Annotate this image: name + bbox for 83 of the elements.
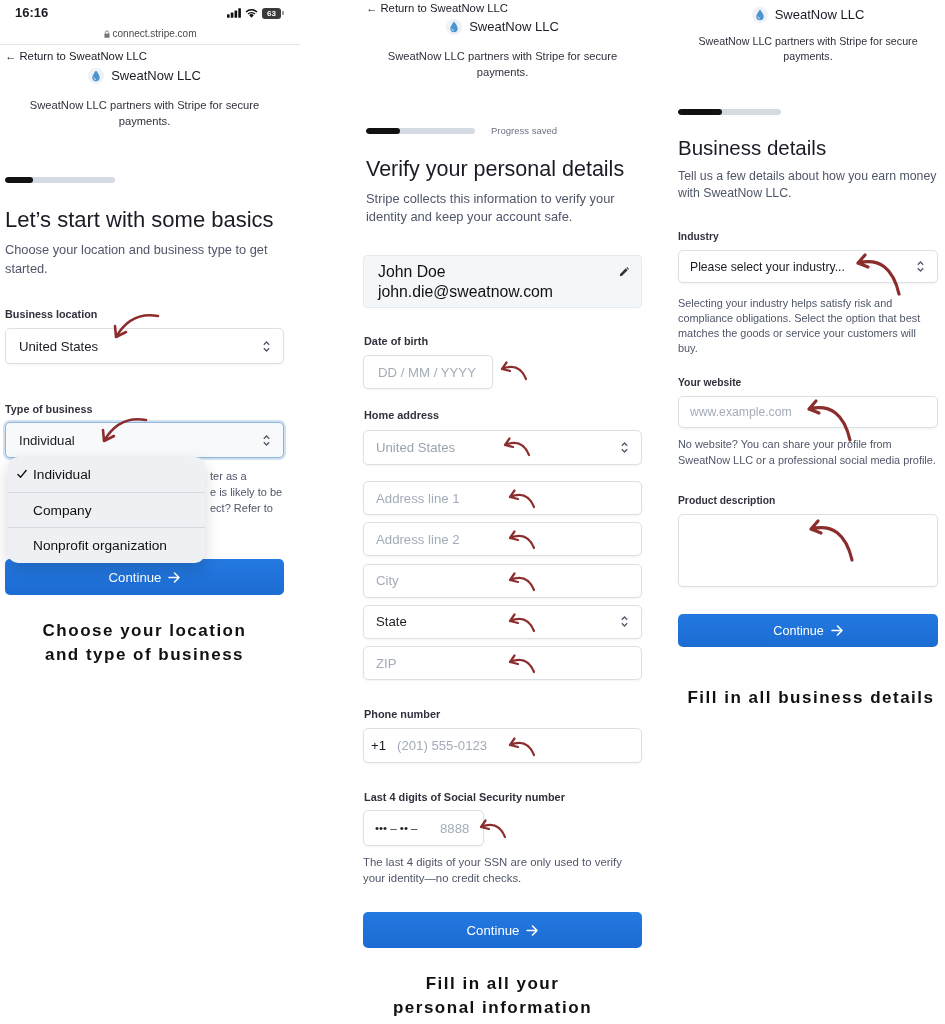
chevron-updown-icon bbox=[620, 615, 629, 629]
pencil-icon[interactable] bbox=[619, 267, 629, 277]
field-label: Phone number bbox=[363, 707, 442, 721]
progress-note: Progress saved bbox=[491, 125, 557, 137]
input-field[interactable]: Address line 1 bbox=[363, 481, 642, 515]
input-field[interactable]: City bbox=[363, 563, 642, 598]
partner-note: SweatNow LLC partners with Stripe for secure payments. bbox=[386, 49, 619, 80]
helper-text: e is likely to be bbox=[210, 485, 283, 500]
menu-item[interactable]: Individual bbox=[8, 457, 205, 492]
caption-text: Fill in all business details bbox=[686, 687, 936, 709]
helper-text: The last 4 digits of your SSN are only used to verify your identity—no credit checks. bbox=[363, 855, 623, 886]
battery-indicator: 63 bbox=[262, 7, 284, 19]
field-label: Industry bbox=[678, 230, 720, 244]
check-icon bbox=[17, 469, 27, 480]
curved-arrow-icon bbox=[478, 819, 508, 839]
field-label: Type of business bbox=[5, 402, 94, 416]
chevron-updown-icon bbox=[262, 339, 271, 353]
url-text: connect.stripe.com bbox=[112, 28, 197, 40]
partner-note: SweatNow LLC partners with Stripe for secure payments. bbox=[697, 34, 919, 64]
curved-arrow-icon bbox=[507, 612, 537, 633]
field-label: Home address bbox=[363, 408, 441, 422]
water-drop-icon bbox=[751, 7, 768, 23]
country-code-text: +1 bbox=[371, 737, 387, 755]
curved-arrow-icon bbox=[507, 571, 537, 592]
helper-text: ect? Refer to bbox=[210, 501, 273, 516]
chevron-updown-icon bbox=[262, 433, 271, 447]
input-field[interactable]: ZIP bbox=[363, 646, 642, 680]
water-drop-icon bbox=[446, 19, 463, 35]
arrow-right-icon bbox=[526, 924, 539, 936]
helper-text: ter as a bbox=[210, 469, 247, 484]
textarea-field[interactable] bbox=[678, 514, 938, 587]
back-link[interactable]: ← Return to SweatNow LLC bbox=[363, 1, 508, 15]
page-subtitle: Tell us a few details about how you earn money with SweatNow LLC. bbox=[678, 168, 938, 202]
ssn-mask-text: ••• – •• – bbox=[375, 821, 418, 836]
page-heading: Verify your personal details bbox=[365, 156, 626, 183]
continue-button[interactable]: Continue bbox=[678, 614, 938, 647]
field-label: Date of birth bbox=[363, 334, 430, 348]
curved-arrow-icon bbox=[507, 530, 537, 551]
brand-name: SweatNow LLC bbox=[469, 18, 559, 36]
continue-button[interactable]: Continue bbox=[5, 559, 284, 595]
arrow-right-icon bbox=[168, 571, 181, 583]
helper-text: No website? You can share your profile from SweatNow LLC or a professional social media profile. bbox=[678, 437, 937, 468]
back-link[interactable]: ← Return to SweatNow LLC bbox=[5, 49, 147, 63]
chevron-updown-icon bbox=[620, 441, 629, 454]
continue-button[interactable]: Continue bbox=[363, 912, 642, 948]
dropdown-field[interactable]: Please select your industry... bbox=[678, 250, 938, 283]
caption-text: Fill in all your personal information bbox=[391, 973, 594, 1019]
field-label: Business location bbox=[5, 307, 99, 321]
partner-note: SweatNow LLC partners with Stripe for secure payments. bbox=[28, 98, 261, 129]
page-subtitle: Choose your location and business type to get started. bbox=[5, 241, 269, 278]
lock-icon bbox=[103, 30, 110, 38]
wifi-icon bbox=[245, 8, 258, 18]
helper-text: Selecting your industry helps satisfy risk and compliance obligations. Select the option that best matches the goods or service your customers will buy. bbox=[678, 296, 922, 356]
field-label: Your website bbox=[678, 376, 743, 390]
brand-name: SweatNow LLC bbox=[774, 6, 865, 24]
page-heading: Let’s start with some basics bbox=[5, 206, 275, 234]
date-field[interactable]: DD / MM / YYYY bbox=[363, 355, 493, 389]
page-subtitle: Stripe collects this information to verify your identity and keep your account safe. bbox=[365, 190, 616, 226]
signal-icon bbox=[227, 8, 241, 18]
name-text: John Doe bbox=[378, 262, 447, 282]
email-text: john.die@sweatnow.com bbox=[378, 282, 553, 302]
dropdown-field[interactable]: State bbox=[363, 604, 642, 639]
curved-arrow-icon bbox=[507, 654, 537, 674]
curved-arrow-icon bbox=[507, 737, 537, 757]
dropdown-field[interactable]: Individual bbox=[5, 422, 284, 458]
arrow-right-icon bbox=[830, 625, 843, 636]
curved-arrow-icon bbox=[502, 437, 532, 457]
input-field[interactable]: Address line 2 bbox=[363, 522, 642, 557]
status-time: 16:16 bbox=[15, 5, 49, 21]
page-heading: Business details bbox=[678, 135, 828, 161]
curved-arrow-icon bbox=[807, 517, 857, 563]
water-drop-icon bbox=[88, 68, 105, 84]
brand-name: SweatNow LLC bbox=[111, 67, 201, 85]
chevron-updown-icon bbox=[916, 260, 925, 273]
field-label: Product description bbox=[678, 494, 777, 508]
dropdown-field[interactable]: United States bbox=[5, 328, 284, 364]
input-field[interactable]: www.example.com bbox=[678, 396, 938, 428]
field-label: Last 4 digits of Social Security number bbox=[363, 790, 566, 804]
caption-text: Choose your location and type of business bbox=[41, 620, 248, 666]
curved-arrow-icon bbox=[507, 489, 537, 509]
menu-item[interactable]: Company bbox=[8, 491, 205, 528]
curved-arrow-icon bbox=[854, 251, 904, 297]
curved-arrow-icon bbox=[499, 361, 529, 381]
